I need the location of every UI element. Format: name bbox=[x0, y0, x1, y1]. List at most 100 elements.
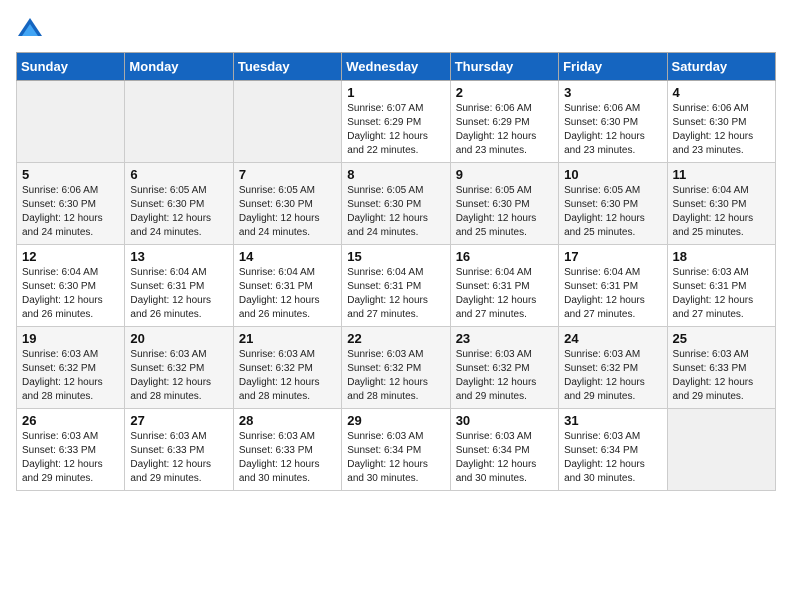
day-info: Sunrise: 6:04 AM Sunset: 6:30 PM Dayligh… bbox=[673, 184, 770, 240]
day-number: 6 bbox=[130, 167, 227, 182]
header-monday: Monday bbox=[125, 53, 233, 81]
day-info: Sunrise: 6:03 AM Sunset: 6:32 PM Dayligh… bbox=[456, 348, 553, 404]
week-row-5: 26 Sunrise: 6:03 AM Sunset: 6:33 PM Dayli… bbox=[17, 409, 776, 491]
header-thursday: Thursday bbox=[450, 53, 558, 81]
header-wednesday: Wednesday bbox=[342, 53, 450, 81]
day-number: 15 bbox=[347, 249, 444, 264]
header-saturday: Saturday bbox=[667, 53, 775, 81]
day-info: Sunrise: 6:03 AM Sunset: 6:34 PM Dayligh… bbox=[564, 430, 661, 486]
day-info: Sunrise: 6:06 AM Sunset: 6:30 PM Dayligh… bbox=[22, 184, 119, 240]
day-number: 26 bbox=[22, 413, 119, 428]
day-info: Sunrise: 6:06 AM Sunset: 6:30 PM Dayligh… bbox=[673, 102, 770, 158]
calendar-table: SundayMondayTuesdayWednesdayThursdayFrid… bbox=[16, 52, 776, 491]
day-info: Sunrise: 6:03 AM Sunset: 6:33 PM Dayligh… bbox=[673, 348, 770, 404]
day-number: 16 bbox=[456, 249, 553, 264]
day-number: 18 bbox=[673, 249, 770, 264]
day-number: 27 bbox=[130, 413, 227, 428]
day-number: 3 bbox=[564, 85, 661, 100]
logo-icon bbox=[16, 16, 44, 44]
calendar-cell: 11Sunrise: 6:04 AM Sunset: 6:30 PM Dayli… bbox=[667, 163, 775, 245]
calendar-cell: 3 Sunrise: 6:06 AM Sunset: 6:30 PM Daylig… bbox=[559, 81, 667, 163]
calendar-cell: 25 Sunrise: 6:03 AM Sunset: 6:33 PM Dayli… bbox=[667, 327, 775, 409]
day-number: 2 bbox=[456, 85, 553, 100]
day-number: 24 bbox=[564, 331, 661, 346]
calendar-cell: 18 Sunrise: 6:03 AM Sunset: 6:31 PM Dayli… bbox=[667, 245, 775, 327]
day-number: 7 bbox=[239, 167, 336, 182]
day-number: 19 bbox=[22, 331, 119, 346]
week-row-2: 5 Sunrise: 6:06 AM Sunset: 6:30 PM Daylig… bbox=[17, 163, 776, 245]
calendar-cell: 9 Sunrise: 6:05 AM Sunset: 6:30 PM Daylig… bbox=[450, 163, 558, 245]
day-number: 17 bbox=[564, 249, 661, 264]
calendar-cell: 6Sunrise: 6:05 AM Sunset: 6:30 PM Daylig… bbox=[125, 163, 233, 245]
day-number: 31 bbox=[564, 413, 661, 428]
calendar-cell bbox=[233, 81, 341, 163]
calendar-cell: 24 Sunrise: 6:03 AM Sunset: 6:32 PM Dayli… bbox=[559, 327, 667, 409]
day-info: Sunrise: 6:06 AM Sunset: 6:29 PM Dayligh… bbox=[456, 102, 553, 158]
day-number: 20 bbox=[130, 331, 227, 346]
day-info: Sunrise: 6:06 AM Sunset: 6:30 PM Dayligh… bbox=[564, 102, 661, 158]
calendar-cell: 14 Sunrise: 6:04 AM Sunset: 6:31 PM Dayli… bbox=[233, 245, 341, 327]
day-info: Sunrise: 6:03 AM Sunset: 6:33 PM Dayligh… bbox=[22, 430, 119, 486]
day-info: Sunrise: 6:04 AM Sunset: 6:31 PM Dayligh… bbox=[130, 266, 227, 322]
logo bbox=[16, 16, 48, 44]
calendar-cell: 19 Sunrise: 6:03 AM Sunset: 6:32 PM Dayli… bbox=[17, 327, 125, 409]
calendar-cell: 30 Sunrise: 6:03 AM Sunset: 6:34 PM Dayli… bbox=[450, 409, 558, 491]
header-friday: Friday bbox=[559, 53, 667, 81]
day-number: 25 bbox=[673, 331, 770, 346]
week-row-1: 1Sunrise: 6:07 AM Sunset: 6:29 PM Daylig… bbox=[17, 81, 776, 163]
day-info: Sunrise: 6:03 AM Sunset: 6:31 PM Dayligh… bbox=[673, 266, 770, 322]
calendar-cell: 29 Sunrise: 6:03 AM Sunset: 6:34 PM Dayli… bbox=[342, 409, 450, 491]
calendar-cell: 2 Sunrise: 6:06 AM Sunset: 6:29 PM Daylig… bbox=[450, 81, 558, 163]
calendar-cell: 27 Sunrise: 6:03 AM Sunset: 6:33 PM Dayli… bbox=[125, 409, 233, 491]
day-info: Sunrise: 6:04 AM Sunset: 6:31 PM Dayligh… bbox=[564, 266, 661, 322]
calendar-cell: 21Sunrise: 6:03 AM Sunset: 6:32 PM Dayli… bbox=[233, 327, 341, 409]
day-info: Sunrise: 6:04 AM Sunset: 6:30 PM Dayligh… bbox=[22, 266, 119, 322]
week-row-3: 12 Sunrise: 6:04 AM Sunset: 6:30 PM Dayli… bbox=[17, 245, 776, 327]
calendar-cell: 10 Sunrise: 6:05 AM Sunset: 6:30 PM Dayli… bbox=[559, 163, 667, 245]
week-row-4: 19 Sunrise: 6:03 AM Sunset: 6:32 PM Dayli… bbox=[17, 327, 776, 409]
day-number: 14 bbox=[239, 249, 336, 264]
day-number: 12 bbox=[22, 249, 119, 264]
day-info: Sunrise: 6:05 AM Sunset: 6:30 PM Dayligh… bbox=[564, 184, 661, 240]
day-number: 30 bbox=[456, 413, 553, 428]
day-info: Sunrise: 6:05 AM Sunset: 6:30 PM Dayligh… bbox=[347, 184, 444, 240]
day-info: Sunrise: 6:05 AM Sunset: 6:30 PM Dayligh… bbox=[239, 184, 336, 240]
header-sunday: Sunday bbox=[17, 53, 125, 81]
calendar-cell bbox=[17, 81, 125, 163]
day-info: Sunrise: 6:03 AM Sunset: 6:32 PM Dayligh… bbox=[347, 348, 444, 404]
day-number: 9 bbox=[456, 167, 553, 182]
calendar-cell: 15 Sunrise: 6:04 AM Sunset: 6:31 PM Dayli… bbox=[342, 245, 450, 327]
calendar-cell bbox=[667, 409, 775, 491]
day-info: Sunrise: 6:03 AM Sunset: 6:34 PM Dayligh… bbox=[456, 430, 553, 486]
calendar-cell: 7 Sunrise: 6:05 AM Sunset: 6:30 PM Daylig… bbox=[233, 163, 341, 245]
day-number: 21 bbox=[239, 331, 336, 346]
day-number: 8 bbox=[347, 167, 444, 182]
day-number: 4 bbox=[673, 85, 770, 100]
day-info: Sunrise: 6:04 AM Sunset: 6:31 PM Dayligh… bbox=[347, 266, 444, 322]
calendar-cell: 8 Sunrise: 6:05 AM Sunset: 6:30 PM Daylig… bbox=[342, 163, 450, 245]
header-tuesday: Tuesday bbox=[233, 53, 341, 81]
day-number: 13 bbox=[130, 249, 227, 264]
day-number: 1 bbox=[347, 85, 444, 100]
calendar-cell: 22 Sunrise: 6:03 AM Sunset: 6:32 PM Dayli… bbox=[342, 327, 450, 409]
day-number: 5 bbox=[22, 167, 119, 182]
day-info: Sunrise: 6:03 AM Sunset: 6:33 PM Dayligh… bbox=[130, 430, 227, 486]
calendar-cell: 17 Sunrise: 6:04 AM Sunset: 6:31 PM Dayli… bbox=[559, 245, 667, 327]
day-info: Sunrise: 6:04 AM Sunset: 6:31 PM Dayligh… bbox=[456, 266, 553, 322]
calendar-cell: 12 Sunrise: 6:04 AM Sunset: 6:30 PM Dayli… bbox=[17, 245, 125, 327]
day-info: Sunrise: 6:03 AM Sunset: 6:34 PM Dayligh… bbox=[347, 430, 444, 486]
day-info: Sunrise: 6:03 AM Sunset: 6:32 PM Dayligh… bbox=[564, 348, 661, 404]
calendar-cell: 4 Sunrise: 6:06 AM Sunset: 6:30 PM Daylig… bbox=[667, 81, 775, 163]
day-number: 29 bbox=[347, 413, 444, 428]
day-number: 23 bbox=[456, 331, 553, 346]
page-header bbox=[16, 16, 776, 44]
day-info: Sunrise: 6:04 AM Sunset: 6:31 PM Dayligh… bbox=[239, 266, 336, 322]
calendar-cell bbox=[125, 81, 233, 163]
day-info: Sunrise: 6:05 AM Sunset: 6:30 PM Dayligh… bbox=[456, 184, 553, 240]
day-number: 10 bbox=[564, 167, 661, 182]
day-number: 22 bbox=[347, 331, 444, 346]
calendar-cell: 26 Sunrise: 6:03 AM Sunset: 6:33 PM Dayli… bbox=[17, 409, 125, 491]
calendar-cell: 13 Sunrise: 6:04 AM Sunset: 6:31 PM Dayli… bbox=[125, 245, 233, 327]
day-info: Sunrise: 6:03 AM Sunset: 6:32 PM Dayligh… bbox=[22, 348, 119, 404]
day-info: Sunrise: 6:03 AM Sunset: 6:33 PM Dayligh… bbox=[239, 430, 336, 486]
